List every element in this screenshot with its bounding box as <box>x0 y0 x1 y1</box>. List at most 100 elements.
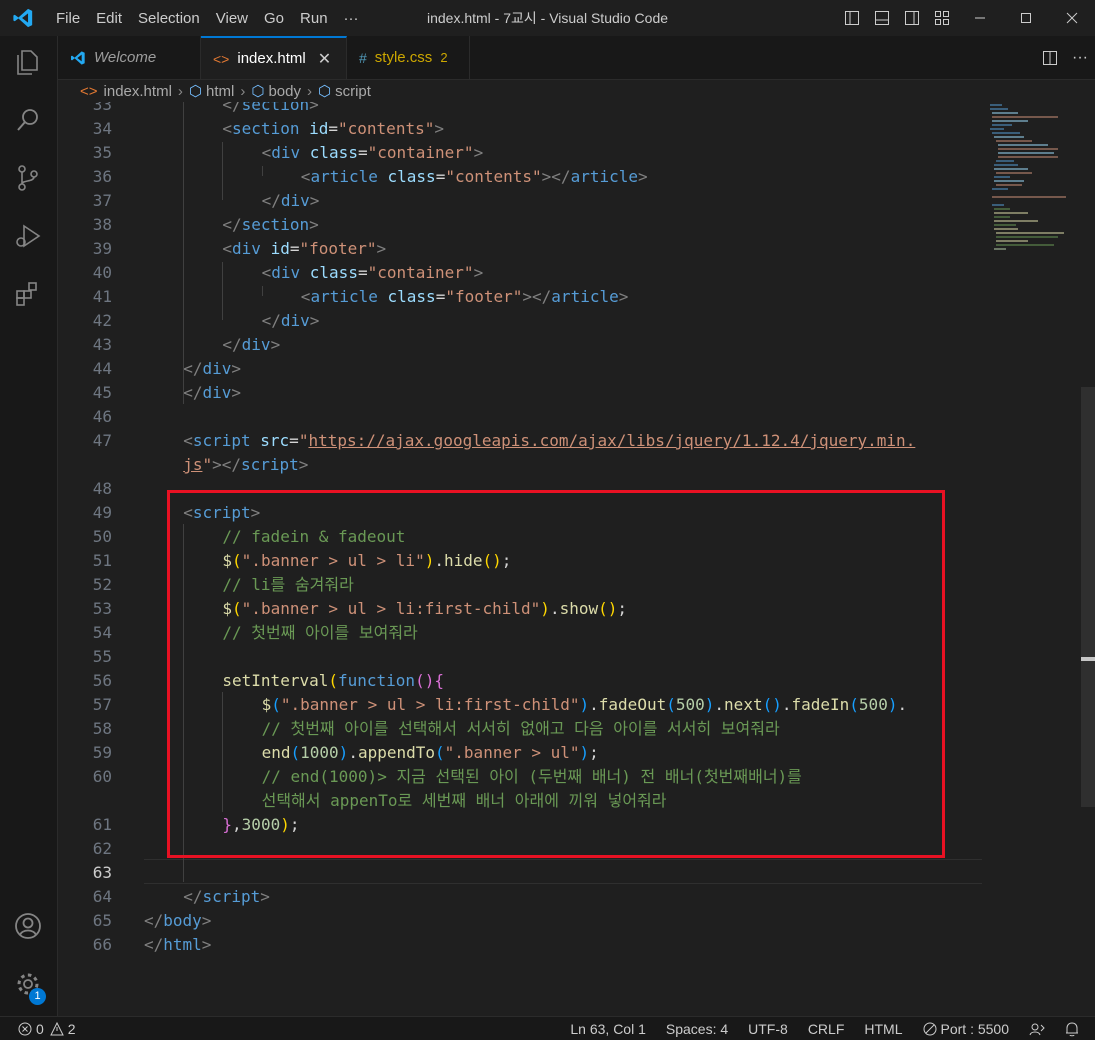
search-icon[interactable] <box>12 104 44 136</box>
line-number: 62 <box>92 839 112 858</box>
customize-layout-icon[interactable] <box>927 0 957 36</box>
indent-guide <box>222 142 224 200</box>
cursor-position[interactable]: Ln 63, Col 1 <box>570 1021 646 1037</box>
account-icon[interactable] <box>12 910 44 942</box>
code-line[interactable]: 39 <div id="footer"> <box>58 237 1058 261</box>
scrollbar-thumb[interactable] <box>1081 387 1095 807</box>
code-line[interactable]: 50 // fadein & fadeout <box>58 525 1058 549</box>
code-text: </script> <box>183 887 270 906</box>
line-number: 45 <box>92 383 112 402</box>
code-line[interactable]: 64 </script> <box>58 885 1058 909</box>
more-actions-icon[interactable]: ··· <box>1065 40 1095 76</box>
explorer-icon[interactable] <box>12 46 44 78</box>
code-line[interactable]: 63 <box>58 861 1058 885</box>
code-text: <div class="container"> <box>261 143 484 162</box>
code-line[interactable]: 44 </div> <box>58 357 1058 381</box>
code-text: <script> <box>183 503 261 522</box>
breadcrumb-file[interactable]: index.html <box>104 83 172 100</box>
code-line[interactable]: 45 </div> <box>58 381 1058 405</box>
problems-status[interactable]: 0 2 <box>18 1021 76 1037</box>
breadcrumb-script[interactable]: script <box>335 83 371 100</box>
code-line[interactable]: 34 <section id="contents"> <box>58 117 1058 141</box>
code-line[interactable]: 47 <script src="https://ajax.googleapis.c… <box>58 429 1058 453</box>
settings-badge: 1 <box>29 988 46 1005</box>
run-and-debug-icon[interactable] <box>12 220 44 252</box>
toggle-panel-icon[interactable] <box>867 0 897 36</box>
code-text: </div> <box>183 359 241 378</box>
line-number: 44 <box>92 359 112 378</box>
maximize-icon[interactable] <box>1003 0 1049 36</box>
code-line[interactable]: 61},3000); <box>58 813 1058 837</box>
line-number: 33 <box>92 102 112 114</box>
line-number: 40 <box>92 263 112 282</box>
code-line[interactable]: 53 $(".banner > ul > li:first-child").sho… <box>58 597 1058 621</box>
code-line[interactable]: 54 // 첫번째 아이를 보여줘라 <box>58 621 1058 645</box>
close-window-icon[interactable] <box>1049 0 1095 36</box>
code-line[interactable]: 52 // li를 숨겨줘라 <box>58 573 1058 597</box>
code-text: 선택해서 appenTo로 세번째 배너 아래에 끼워 넣어줘라 <box>261 791 667 810</box>
code-line[interactable]: 59 end(1000).appendTo(".banner > ul"); <box>58 741 1058 765</box>
tab-style-css[interactable]: # style.css 2 <box>347 36 470 79</box>
code-line[interactable]: 62 <box>58 837 1058 861</box>
tab-welcome[interactable]: Welcome <box>58 36 201 79</box>
code-line[interactable]: 57 $(".banner > ul > li:first-child").fad… <box>58 693 1058 717</box>
code-line[interactable]: 56 setInterval(function(){ <box>58 669 1058 693</box>
code-line[interactable]: 35 <div class="container"> <box>58 141 1058 165</box>
extensions-icon[interactable] <box>12 278 44 310</box>
notifications-bell-icon[interactable] <box>1065 1021 1079 1037</box>
accounts-feedback-icon[interactable] <box>1029 1021 1045 1037</box>
menu-run[interactable]: Run <box>292 10 336 27</box>
breadcrumb-body[interactable]: body <box>268 83 301 100</box>
code-line[interactable]: 58 // 첫번째 아이를 선택해서 서서히 없애고 다음 아이를 서서히 보여줘… <box>58 717 1058 741</box>
vscode-icon <box>71 50 85 65</box>
menu-view[interactable]: View <box>208 10 256 27</box>
menu-more[interactable]: ··· <box>336 10 367 27</box>
code-line[interactable]: 65 </body> <box>58 909 1058 933</box>
code-line[interactable]: 48 <box>58 477 1058 501</box>
code-editor[interactable]: 33 </section> 34 <section id="contents"> 35 <… <box>58 102 1095 1016</box>
indentation[interactable]: Spaces: 4 <box>666 1021 728 1037</box>
tab-index-html[interactable]: <> index.html ✕ <box>201 36 347 79</box>
code-line[interactable]: 40 <div class="container"> <box>58 261 1058 285</box>
menu-edit[interactable]: Edit <box>88 10 130 27</box>
code-line[interactable]: 60 // end(1000)> 지금 선택된 아이 (두번째 배너) 전 배너(… <box>58 765 1058 789</box>
code-line[interactable]: 38 </section> <box>58 213 1058 237</box>
language-mode[interactable]: HTML <box>864 1021 902 1037</box>
toggle-primary-sidebar-icon[interactable] <box>837 0 867 36</box>
code-line[interactable]: 선택해서 appenTo로 세번째 배너 아래에 끼워 넣어줘라 <box>58 789 1058 813</box>
vscode-logo-icon[interactable] <box>12 7 34 29</box>
source-control-icon[interactable] <box>12 162 44 194</box>
element-icon: ⬡ <box>318 83 332 100</box>
code-line[interactable]: 42 </div> <box>58 309 1058 333</box>
code-text: // end(1000)> 지금 선택된 아이 (두번째 배너) 전 배너(첫번… <box>261 767 802 786</box>
code-line[interactable]: 41 <article class="footer"></article> <box>58 285 1058 309</box>
vertical-scrollbar[interactable] <box>1081 102 1095 1016</box>
code-line[interactable]: 55 <box>58 645 1058 669</box>
code-text: $(".banner > ul > li:first-child").fadeO… <box>261 695 908 714</box>
live-server-port[interactable]: Port : 5500 <box>923 1021 1009 1037</box>
breadcrumb-html[interactable]: html <box>206 83 234 100</box>
close-tab-icon[interactable]: ✕ <box>318 49 331 69</box>
code-line[interactable]: 36 <article class="contents"></article> <box>58 165 1058 189</box>
code-line[interactable]: 66 </html> <box>58 933 1058 957</box>
no-entry-icon <box>923 1022 936 1035</box>
minimize-icon[interactable] <box>957 0 1003 36</box>
toggle-secondary-sidebar-icon[interactable] <box>897 0 927 36</box>
menu-selection[interactable]: Selection <box>130 10 208 27</box>
code-line[interactable]: 33 </section> <box>58 102 1058 117</box>
tab-index-html-label: index.html <box>237 50 306 67</box>
code-line[interactable]: 37 </div> <box>58 189 1058 213</box>
code-line[interactable]: 49 <script> <box>58 501 1058 525</box>
line-number: 51 <box>92 551 112 570</box>
encoding[interactable]: UTF-8 <box>748 1021 788 1037</box>
status-bar: 0 2 Ln 63, Col 1 Spaces: 4 UTF-8 CRLF HT… <box>0 1016 1095 1040</box>
menu-file[interactable]: File <box>48 10 88 27</box>
menu-go[interactable]: Go <box>256 10 292 27</box>
code-line[interactable]: 46 <box>58 405 1058 429</box>
code-line[interactable]: js"></script> <box>58 453 1058 477</box>
end-of-line[interactable]: CRLF <box>808 1021 845 1037</box>
code-line[interactable]: 51 $(".banner > ul > li").hide(); <box>58 549 1058 573</box>
minimap[interactable] <box>988 102 1068 252</box>
split-editor-icon[interactable] <box>1035 40 1065 76</box>
code-line[interactable]: 43 </div> <box>58 333 1058 357</box>
